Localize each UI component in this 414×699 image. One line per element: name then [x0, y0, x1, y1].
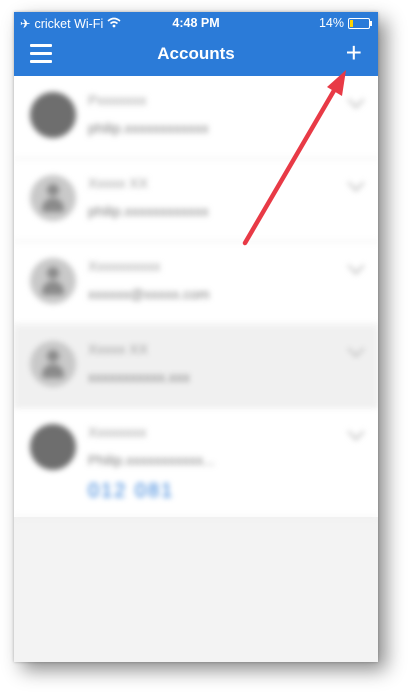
phone-screen: ✈ cricket Wi-Fi 4:48 PM 14% Accounts + P…: [14, 12, 378, 662]
chevron-down-icon[interactable]: [347, 423, 365, 441]
account-name: Xxxxxxxxxx: [88, 258, 161, 274]
chevron-down-icon[interactable]: [347, 340, 365, 358]
account-name: Pxxxxxxx: [88, 92, 147, 108]
account-row[interactable]: Xxxxx XX xxxxxxxxxxx.xxx: [14, 325, 378, 408]
person-avatar-icon: [30, 341, 76, 387]
nav-bar: Accounts +: [14, 34, 378, 76]
account-name: Xxxxxxxx: [88, 424, 147, 440]
chevron-down-icon[interactable]: [347, 91, 365, 109]
status-bar: ✈ cricket Wi-Fi 4:48 PM 14%: [14, 12, 378, 34]
account-row[interactable]: Xxxxxxxxxx xxxxxx@xxxxx.com: [14, 242, 378, 325]
account-detail: philip.xxxxxxxxxxxx: [88, 203, 209, 219]
account-detail: Philip.xxxxxxxxxxx...: [88, 452, 215, 468]
account-detail: xxxxxx@xxxxx.com: [88, 286, 210, 302]
status-right: 14%: [318, 16, 372, 30]
account-row[interactable]: Xxxxx XX philip.xxxxxxxxxxxx: [14, 159, 378, 242]
account-detail: xxxxxxxxxxx.xxx: [88, 369, 190, 385]
account-row[interactable]: Pxxxxxxx philip.xxxxxxxxxxxx: [14, 76, 378, 159]
add-account-button[interactable]: +: [346, 39, 362, 67]
chevron-down-icon[interactable]: [347, 257, 365, 275]
account-avatar-icon: [30, 424, 76, 470]
app-header: ✈ cricket Wi-Fi 4:48 PM 14% Accounts +: [14, 12, 378, 76]
page-title: Accounts: [157, 44, 235, 63]
person-avatar-icon: [30, 258, 76, 304]
account-row[interactable]: Xxxxxxxx Philip.xxxxxxxxxxx... 012 081: [14, 408, 378, 517]
battery-icon: [348, 17, 372, 29]
account-name: Xxxxx XX: [88, 341, 148, 357]
person-avatar-icon: [30, 175, 76, 221]
accounts-list: Pxxxxxxx philip.xxxxxxxxxxxx Xxxxx XX ph…: [14, 76, 378, 517]
battery-percent: 14%: [318, 16, 344, 30]
account-avatar-icon: [30, 92, 76, 138]
account-detail: philip.xxxxxxxxxxxx: [88, 120, 209, 136]
chevron-down-icon[interactable]: [347, 174, 365, 192]
account-name: Xxxxx XX: [88, 175, 148, 191]
verification-code: 012 081: [88, 480, 175, 502]
